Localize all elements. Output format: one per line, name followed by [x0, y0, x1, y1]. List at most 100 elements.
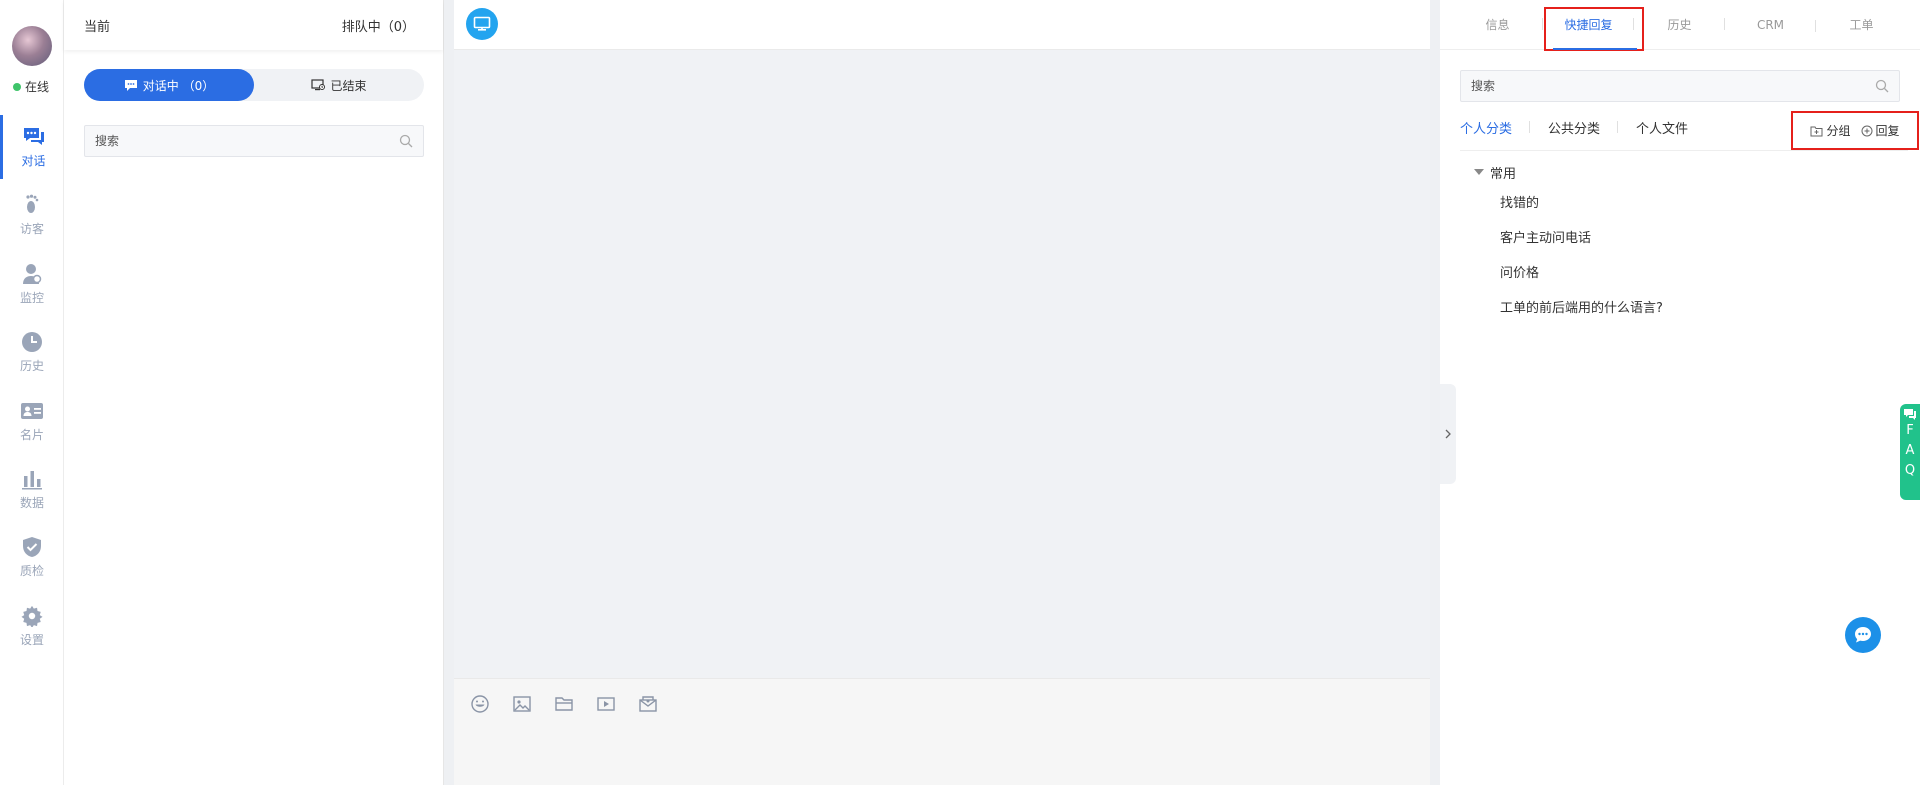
clock-icon	[20, 331, 44, 353]
image-button[interactable]	[510, 692, 534, 716]
list-item[interactable]: 问价格	[1500, 266, 1663, 301]
nav-label-data: 数据	[19, 495, 44, 510]
mail-rating-icon	[639, 696, 657, 712]
tab-crm-label: CRM	[1756, 17, 1785, 32]
collapse-panel-handle[interactable]	[1440, 384, 1456, 484]
chat-bubble-icon	[124, 79, 137, 91]
add-group-button[interactable]: 分组	[1810, 122, 1851, 139]
reply-category-tabs: 个人分类 公共分类 个人文件	[1460, 118, 1706, 137]
nav-item-chat[interactable]: 对话	[0, 115, 64, 179]
avatar[interactable]	[12, 26, 52, 66]
app-root: 在线 对话 访客 监控 历史 名片 数据 质检 设置 当前 排队中（0） 对话中…	[0, 0, 1920, 785]
satisfaction-button[interactable]	[636, 692, 660, 716]
tab-in-conversation[interactable]: 对话中 （0）	[84, 69, 254, 101]
nav-item-monitor[interactable]: 监控	[0, 252, 64, 316]
side-panel-tabs: 信息 快捷回复 历史 CRM 工单	[1440, 0, 1920, 50]
panel-divider-right	[1430, 0, 1440, 785]
tab-info[interactable]: 信息	[1452, 16, 1543, 33]
video-button[interactable]	[594, 692, 618, 716]
chat-float-button[interactable]	[1845, 617, 1881, 653]
search-icon[interactable]	[1875, 79, 1889, 93]
conversation-search-input[interactable]	[95, 134, 366, 148]
folder-icon	[555, 697, 573, 711]
nav-label-cards: 名片	[19, 427, 44, 442]
nav-item-history[interactable]: 历史	[0, 320, 64, 384]
search-icon[interactable]	[399, 134, 413, 148]
gear-icon	[20, 605, 44, 627]
quick-reply-highlight	[1544, 7, 1644, 51]
list-item[interactable]: 客户主动问电话	[1500, 231, 1663, 266]
tab-public-category[interactable]: 公共分类	[1530, 118, 1619, 137]
conversation-search[interactable]	[84, 125, 424, 157]
actions-highlight: 分组 回复	[1791, 111, 1919, 150]
quick-reply-search-input[interactable]	[1471, 79, 1827, 93]
folder-common[interactable]: 常用	[1474, 162, 1663, 182]
status-label: 在线	[25, 80, 50, 94]
faq-letter: Q	[1904, 463, 1916, 478]
tab-history[interactable]: 历史	[1634, 16, 1725, 33]
nav-item-visitors[interactable]: 访客	[0, 183, 64, 247]
tab-personal-category[interactable]: 个人分类	[1460, 118, 1531, 137]
reply-list: 找错的 客户主动问电话 问价格 工单的前后端用的什么语言?	[1500, 196, 1663, 336]
add-reply-button[interactable]: 回复	[1861, 122, 1900, 139]
image-icon	[513, 696, 531, 712]
faq-tab[interactable]: F A Q	[1900, 404, 1920, 500]
nav-label-settings: 设置	[19, 632, 44, 647]
caret-down-icon	[1474, 169, 1484, 175]
nav-item-settings[interactable]: 设置	[0, 594, 64, 658]
chat-icon	[22, 126, 46, 148]
tab-history-label: 历史	[1667, 18, 1692, 32]
faq-chat-icon	[1904, 409, 1916, 420]
nav-rail: 在线 对话 访客 监控 历史 名片 数据 质检 设置	[0, 0, 64, 785]
online-dot-icon	[13, 82, 21, 91]
monitor-user-icon	[20, 263, 44, 285]
list-item[interactable]: 工单的前后端用的什么语言?	[1500, 301, 1663, 336]
screen-share-button[interactable]	[466, 8, 498, 40]
chat-bubble-icon	[1855, 627, 1871, 643]
tab-personal-category-label: 个人分类	[1460, 122, 1513, 137]
reply-tree: 常用 找错的 客户主动问电话 问价格 工单的前后端用的什么语言?	[1474, 162, 1663, 336]
video-icon	[597, 697, 615, 711]
conversation-status-toggle: 对话中 （0） 已结束	[84, 69, 424, 101]
tab-info-label: 信息	[1485, 18, 1510, 32]
chevron-right-icon	[1445, 429, 1451, 439]
nav-item-data[interactable]: 数据	[0, 457, 64, 521]
tab-ticket[interactable]: 工单	[1816, 16, 1907, 33]
tab-crm[interactable]: CRM	[1725, 18, 1816, 32]
add-group-label: 分组	[1826, 124, 1851, 138]
nav-item-qa[interactable]: 质检	[0, 525, 64, 589]
nav-item-cards[interactable]: 名片	[0, 389, 64, 453]
conversation-list-panel: 当前 排队中（0） 对话中 （0） 已结束	[64, 0, 444, 785]
folder-label: 常用	[1490, 166, 1517, 182]
footprint-icon	[20, 194, 44, 216]
side-panel: 信息 快捷回复 历史 CRM 工单 个人分类 公共分类 个人文件 分组 回复	[1440, 0, 1920, 785]
shield-check-icon	[20, 536, 44, 558]
category-divider	[1460, 150, 1908, 151]
emoji-icon	[471, 695, 489, 713]
chat-area	[454, 0, 1430, 785]
emoji-button[interactable]	[468, 692, 492, 716]
nav-label-visitors: 访客	[19, 221, 44, 236]
bar-chart-icon	[20, 468, 44, 490]
tab-personal-files[interactable]: 个人文件	[1618, 118, 1706, 137]
tab-ended[interactable]: 已结束	[254, 69, 424, 101]
message-composer[interactable]	[454, 678, 1430, 785]
faq-letter: A	[1905, 443, 1915, 458]
tab-personal-files-label: 个人文件	[1636, 122, 1689, 137]
nav-label-qa: 质检	[19, 563, 44, 578]
composer-tools	[468, 692, 678, 716]
online-status[interactable]: 在线	[13, 78, 49, 95]
list-item[interactable]: 找错的	[1500, 196, 1663, 231]
tab-public-category-label: 公共分类	[1548, 122, 1601, 137]
monitor-icon	[473, 16, 491, 31]
tab-ended-label: 已结束	[330, 78, 367, 93]
add-folder-icon	[1810, 126, 1823, 136]
queue-label[interactable]: 排队中（0）	[342, 16, 415, 35]
id-card-icon	[20, 400, 44, 422]
chat-toolbar	[454, 0, 1430, 50]
add-reply-label: 回复	[1875, 124, 1900, 138]
quick-reply-search[interactable]	[1460, 70, 1900, 102]
nav-label-history: 历史	[19, 358, 44, 373]
current-label: 当前	[84, 19, 111, 35]
file-button[interactable]	[552, 692, 576, 716]
